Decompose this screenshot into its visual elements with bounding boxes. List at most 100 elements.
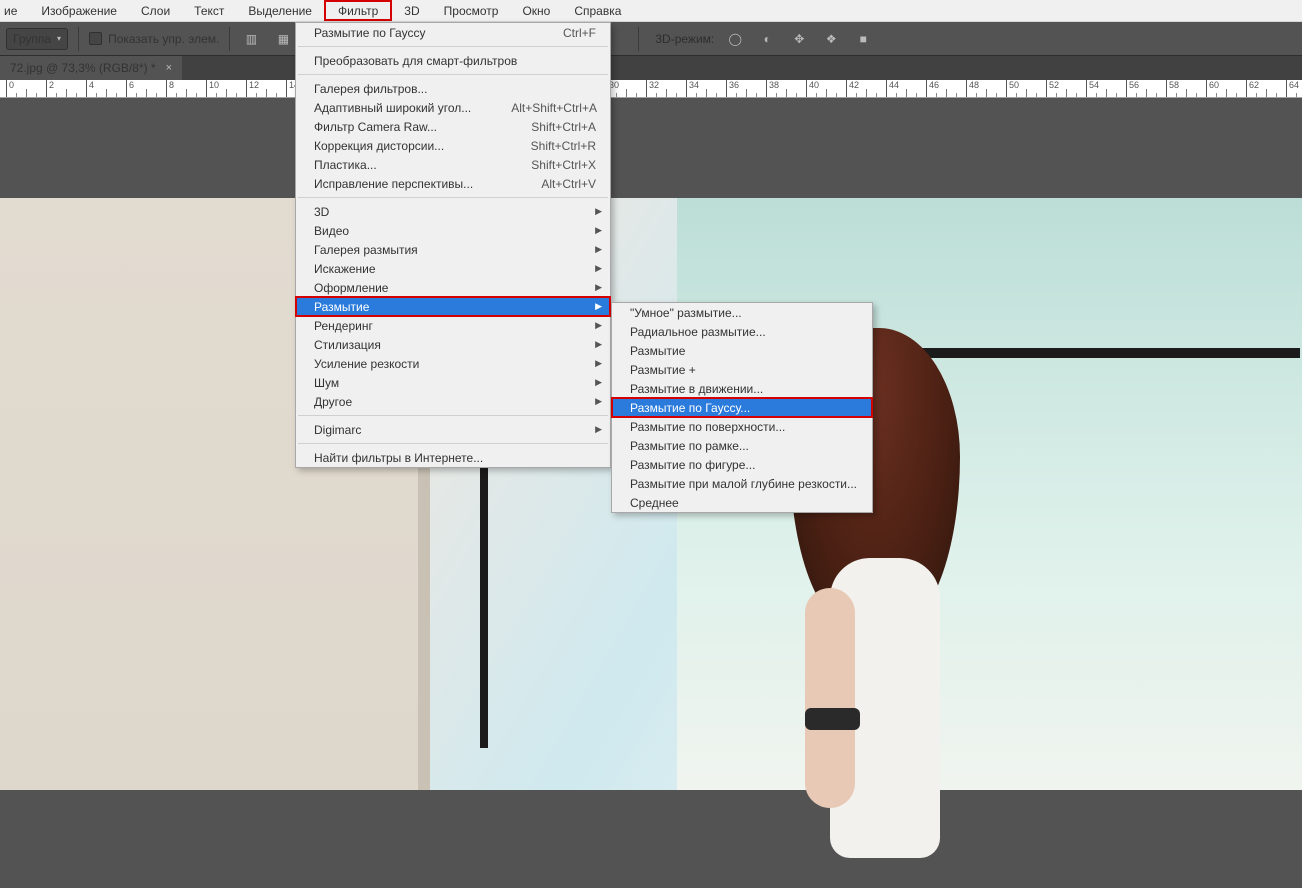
filter-menu-item[interactable]: Коррекция дисторсии...Shift+Ctrl+R bbox=[296, 136, 610, 155]
menu-item-shortcut: Shift+Ctrl+A bbox=[491, 120, 596, 134]
blur-menu-item[interactable]: Размытие по Гауссу... bbox=[612, 398, 872, 417]
menu-item-label: Исправление перспективы... bbox=[314, 177, 501, 191]
blur-submenu: "Умное" размытие... Радиальное размытие..… bbox=[611, 302, 873, 513]
filter-menu-item[interactable]: Шум▶ bbox=[296, 373, 610, 392]
group-mode-select[interactable]: Группа ▾ bbox=[6, 28, 68, 50]
align-center-icon[interactable]: ▦ bbox=[272, 28, 294, 50]
separator bbox=[78, 27, 79, 51]
submenu-arrow-icon: ▶ bbox=[595, 206, 602, 217]
menu-item-shortcut: Alt+Shift+Ctrl+A bbox=[471, 101, 597, 115]
menu-separator bbox=[298, 415, 608, 416]
group-mode-label: Группа bbox=[13, 32, 51, 46]
menu-item-label: Размытие по Гауссу bbox=[314, 26, 523, 40]
document-tabs: 72.jpg @ 73,3% (RGB/8*) * × bbox=[0, 56, 1302, 80]
filter-menu-item[interactable]: Digimarc▶ bbox=[296, 420, 610, 439]
menu-выделение[interactable]: Выделение bbox=[236, 0, 324, 21]
filter-menu-item[interactable]: Найти фильтры в Интернете... bbox=[296, 448, 610, 467]
menu-item-label: Видео bbox=[314, 224, 596, 238]
submenu-arrow-icon: ▶ bbox=[595, 377, 602, 388]
pan-icon[interactable]: ✥ bbox=[788, 28, 810, 50]
filter-menu-item[interactable]: Размытие▶ bbox=[296, 297, 610, 316]
blur-menu-item[interactable]: Размытие + bbox=[612, 360, 872, 379]
3d-mode-label: 3D-режим: bbox=[649, 32, 714, 46]
menu-item-label: Размытие по рамке... bbox=[630, 439, 858, 453]
submenu-arrow-icon: ▶ bbox=[595, 339, 602, 350]
filter-menu-item[interactable]: Галерея фильтров... bbox=[296, 79, 610, 98]
submenu-arrow-icon: ▶ bbox=[595, 225, 602, 236]
blur-menu-item[interactable]: Среднее bbox=[612, 493, 872, 512]
menu-item-label: Размытие bbox=[314, 300, 596, 314]
menu-текст[interactable]: Текст bbox=[182, 0, 236, 21]
menu-item-label: Шум bbox=[314, 376, 596, 390]
submenu-arrow-icon: ▶ bbox=[595, 424, 602, 435]
menu-item-shortcut: Ctrl+F bbox=[523, 26, 596, 40]
submenu-arrow-icon: ▶ bbox=[595, 301, 602, 312]
filter-menu: Размытие по ГауссуCtrl+F Преобразовать дл… bbox=[295, 22, 611, 468]
menu-item-label: Размытие + bbox=[630, 363, 858, 377]
filter-menu-item[interactable]: Видео▶ bbox=[296, 221, 610, 240]
filter-menu-item[interactable]: Другое▶ bbox=[296, 392, 610, 411]
filter-menu-item[interactable]: Стилизация▶ bbox=[296, 335, 610, 354]
menu-item-label: 3D bbox=[314, 205, 596, 219]
filter-menu-item[interactable]: Преобразовать для смарт-фильтров bbox=[296, 51, 610, 70]
menu-ие[interactable]: ие bbox=[0, 0, 29, 21]
menu-3d[interactable]: 3D bbox=[392, 0, 431, 21]
separator bbox=[229, 27, 230, 51]
blur-menu-item[interactable]: Размытие по поверхности... bbox=[612, 417, 872, 436]
show-controls-checkbox[interactable]: Показать упр. элем. bbox=[89, 32, 219, 46]
scale-icon[interactable]: ■ bbox=[852, 28, 874, 50]
menu-item-label: Фильтр Camera Raw... bbox=[314, 120, 491, 134]
blur-menu-item[interactable]: "Умное" размытие... bbox=[612, 303, 872, 322]
menu-separator bbox=[298, 46, 608, 47]
separator bbox=[638, 27, 639, 51]
roll-icon[interactable]: ◐ bbox=[756, 28, 778, 50]
show-controls-label: Показать упр. элем. bbox=[108, 32, 219, 46]
blur-menu-item[interactable]: Размытие bbox=[612, 341, 872, 360]
document-tab[interactable]: 72.jpg @ 73,3% (RGB/8*) * × bbox=[0, 56, 182, 80]
filter-menu-item[interactable]: Фильтр Camera Raw...Shift+Ctrl+A bbox=[296, 117, 610, 136]
menu-item-label: Размытие в движении... bbox=[630, 382, 858, 396]
menu-item-label: Радиальное размытие... bbox=[630, 325, 858, 339]
filter-menu-item[interactable]: Искажение▶ bbox=[296, 259, 610, 278]
blur-menu-item[interactable]: Радиальное размытие... bbox=[612, 322, 872, 341]
close-icon[interactable]: × bbox=[166, 62, 172, 74]
filter-menu-item[interactable]: Галерея размытия▶ bbox=[296, 240, 610, 259]
menu-item-label: Размытие при малой глубине резкости... bbox=[630, 477, 858, 491]
menu-фильтр[interactable]: Фильтр bbox=[324, 0, 392, 21]
menu-item-label: Искажение bbox=[314, 262, 596, 276]
filter-menu-item[interactable]: Усиление резкости▶ bbox=[296, 354, 610, 373]
menu-item-label: Размытие по Гауссу... bbox=[630, 401, 858, 415]
filter-menu-item[interactable]: Адаптивный широкий угол...Alt+Shift+Ctrl… bbox=[296, 98, 610, 117]
orbit-icon[interactable]: ◯ bbox=[724, 28, 746, 50]
filter-menu-item[interactable]: Рендеринг▶ bbox=[296, 316, 610, 335]
blur-menu-item[interactable]: Размытие при малой глубине резкости... bbox=[612, 474, 872, 493]
blur-menu-item[interactable]: Размытие по рамке... bbox=[612, 436, 872, 455]
horizontal-ruler: 0246810121416182022242628303234363840424… bbox=[0, 80, 1302, 98]
menu-изображение[interactable]: Изображение bbox=[29, 0, 129, 21]
align-left-icon[interactable]: ▥ bbox=[240, 28, 262, 50]
menu-item-shortcut: Shift+Ctrl+X bbox=[491, 158, 596, 172]
submenu-arrow-icon: ▶ bbox=[595, 244, 602, 255]
menu-separator bbox=[298, 443, 608, 444]
menu-item-label: Размытие по фигуре... bbox=[630, 458, 858, 472]
document-tab-title: 72.jpg @ 73,3% (RGB/8*) * bbox=[10, 61, 156, 75]
blur-menu-item[interactable]: Размытие в движении... bbox=[612, 379, 872, 398]
filter-menu-item[interactable]: Исправление перспективы...Alt+Ctrl+V bbox=[296, 174, 610, 193]
menu-separator bbox=[298, 74, 608, 75]
filter-menu-item[interactable]: Размытие по ГауссуCtrl+F bbox=[296, 23, 610, 42]
menu-слои[interactable]: Слои bbox=[129, 0, 182, 21]
checkbox-box bbox=[89, 32, 102, 45]
menu-справка[interactable]: Справка bbox=[562, 0, 633, 21]
menu-item-label: Адаптивный широкий угол... bbox=[314, 101, 471, 115]
slide-icon[interactable]: ❖ bbox=[820, 28, 842, 50]
submenu-arrow-icon: ▶ bbox=[595, 358, 602, 369]
filter-menu-item[interactable]: Пластика...Shift+Ctrl+X bbox=[296, 155, 610, 174]
filter-menu-item[interactable]: 3D▶ bbox=[296, 202, 610, 221]
filter-menu-item[interactable]: Оформление▶ bbox=[296, 278, 610, 297]
menu-item-label: Преобразовать для смарт-фильтров bbox=[314, 54, 596, 68]
menu-просмотр[interactable]: Просмотр bbox=[432, 0, 511, 21]
menu-окно[interactable]: Окно bbox=[510, 0, 562, 21]
menu-item-shortcut: Shift+Ctrl+R bbox=[491, 139, 596, 153]
blur-menu-item[interactable]: Размытие по фигуре... bbox=[612, 455, 872, 474]
menubar: иеИзображениеСлоиТекстВыделениеФильтр3DП… bbox=[0, 0, 1302, 22]
